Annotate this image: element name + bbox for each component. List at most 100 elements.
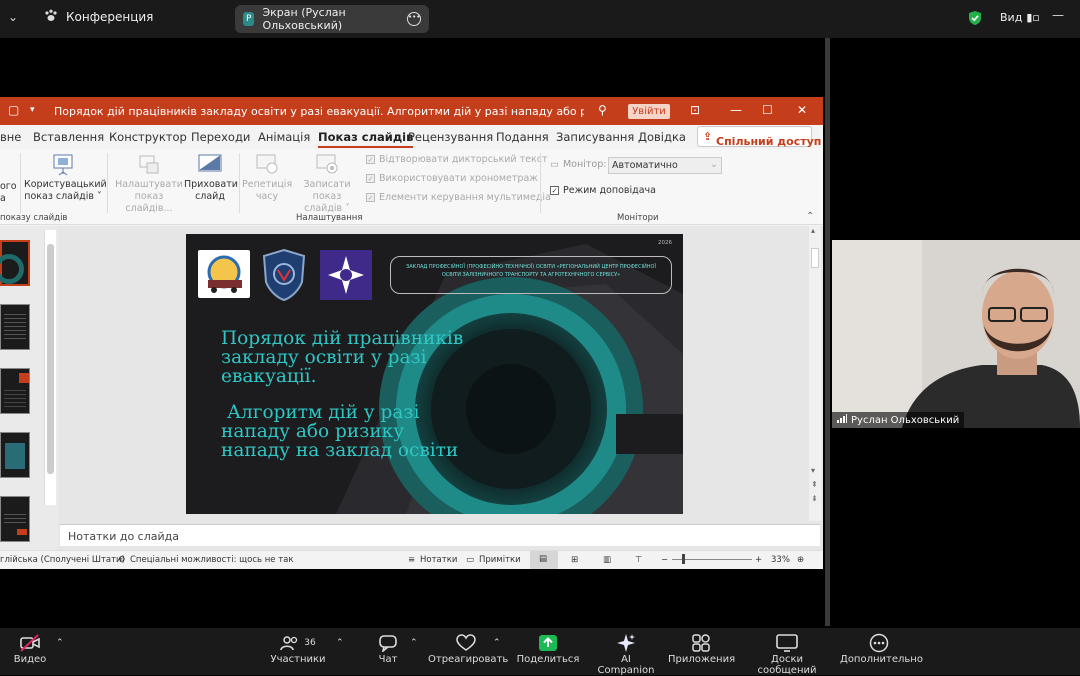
panel-divider[interactable]: [825, 38, 830, 626]
thumbnail-text-lines: [4, 387, 26, 407]
from-current-slide-button[interactable]: ого а: [0, 181, 18, 205]
slideshow-view-icon[interactable]: ⊤: [635, 555, 642, 565]
share-screen-icon: [516, 632, 580, 654]
custom-show-button[interactable]: Користувацький показ слайдів ˅: [24, 153, 107, 203]
presenter-view-checkbox[interactable]: ✓ Режим доповідача: [550, 185, 656, 196]
zoom-in-icon[interactable]: +: [755, 555, 762, 565]
slide-thumbnail-5[interactable]: [0, 496, 30, 542]
whiteboards-button[interactable]: Доски сообщений: [742, 632, 832, 676]
participants-options-caret[interactable]: ⌃: [336, 638, 344, 648]
shield-check-icon[interactable]: [968, 10, 982, 30]
conference-menu[interactable]: Конференция: [44, 9, 153, 25]
slide-sorter-icon[interactable]: ⊞: [571, 555, 578, 565]
scrollbar-thumb[interactable]: [47, 244, 54, 474]
tab-recording[interactable]: Записування: [556, 130, 634, 144]
window-minimize-icon[interactable]: —: [730, 103, 742, 117]
scroll-down-icon[interactable]: ▾: [811, 466, 815, 475]
share-screen-button[interactable]: Поделиться: [516, 632, 580, 665]
video-options-caret[interactable]: ⌃: [56, 638, 64, 648]
use-timings-checkbox[interactable]: ✓ Використовувати хронометраж: [366, 173, 538, 184]
accessibility-icon[interactable]: ⚙: [118, 555, 126, 565]
setup-slide-show-button[interactable]: Налаштувати показ слайдів...: [113, 153, 185, 215]
presenter-view-label: Режим доповідача: [563, 185, 656, 196]
ppt-document-title: Порядок дій працівників закладу освіти у…: [54, 105, 584, 118]
quick-access-dropdown-icon[interactable]: ▾: [30, 105, 35, 115]
language-status[interactable]: глійська (Сполучені Штати): [0, 555, 125, 565]
tab-animations[interactable]: Анімація: [258, 130, 310, 144]
tab-design[interactable]: Конструктор: [109, 130, 187, 144]
rehearse-timings-button[interactable]: Репетиція часу: [242, 153, 292, 203]
slide-thumbnail-3[interactable]: [0, 368, 30, 414]
checkbox-box: ✓: [550, 186, 559, 195]
more-icon[interactable]: •••: [407, 12, 421, 26]
record-slide-show-button[interactable]: Записати показ слайдів ˅: [290, 153, 364, 215]
window-close-icon[interactable]: ✕: [797, 103, 807, 117]
thumbnail-text-lines: [4, 511, 26, 525]
media-controls-checkbox[interactable]: ✓ Елементи керування мультимедіа: [366, 192, 551, 203]
react-label: Отреагировать: [428, 654, 509, 665]
monitor-select[interactable]: Автоматично ⌄: [608, 157, 722, 174]
zoom-out-icon[interactable]: −: [661, 555, 668, 565]
react-button[interactable]: Отреагировать: [428, 632, 509, 665]
share-button[interactable]: ⇪ Спільний доступ: [697, 126, 821, 148]
notes-pane[interactable]: Нотатки до слайда: [60, 524, 820, 546]
comments-toggle[interactable]: Примітки: [479, 555, 521, 565]
slide-canvas[interactable]: 2026 ЗАКЛАД ПРОФЕСІЙНОЇ (ПРОФЕСІЙНО-ТЕХН…: [186, 234, 683, 514]
sparkle-icon: [592, 632, 660, 654]
chat-button[interactable]: Чат: [370, 632, 406, 665]
save-icon[interactable]: ▢: [8, 103, 19, 117]
slide-vertical-scrollbar[interactable]: ▴ ▾ ⇞ ⇟: [809, 226, 821, 521]
accessibility-status[interactable]: Спеціальні можливості: щось не так: [130, 555, 294, 565]
play-narrations-checkbox[interactable]: ✓ Відтворювати дикторський текст: [366, 154, 548, 165]
hide-slide-button[interactable]: Приховати слайд: [184, 153, 238, 203]
tab-home[interactable]: вне: [0, 130, 21, 144]
tab-transitions[interactable]: Переходи: [191, 130, 250, 144]
ribbon-separator: [540, 153, 541, 213]
slide-thumbnail-4[interactable]: [0, 432, 30, 478]
scroll-up-icon[interactable]: ▴: [811, 226, 815, 235]
screen-share-pill[interactable]: P Экран (Руслан Ольховський) •••: [235, 5, 429, 33]
search-icon[interactable]: ⚲: [598, 103, 607, 117]
chevron-down-icon[interactable]: ⌄: [8, 10, 18, 24]
collapse-ribbon-icon[interactable]: ⌃: [806, 211, 814, 222]
chat-options-caret[interactable]: ⌃: [410, 638, 418, 648]
window-maximize-icon[interactable]: ☐: [762, 103, 773, 117]
rehearse-icon: [242, 153, 292, 179]
scrollbar-thumb[interactable]: [811, 248, 819, 268]
tab-slide-show[interactable]: Показ слайдів: [318, 130, 414, 148]
notes-toggle[interactable]: Нотатки: [420, 555, 457, 565]
video-button[interactable]: Видео: [10, 632, 50, 665]
view-menu[interactable]: Вид ▮▫: [1000, 11, 1040, 24]
share-icon: ⇪: [703, 130, 713, 143]
more-button[interactable]: Дополнительно: [840, 632, 923, 665]
participants-button[interactable]: 36 Участники: [268, 632, 328, 665]
fit-to-window-icon[interactable]: ⊕: [797, 555, 804, 565]
chat-icon: [370, 632, 406, 654]
tab-help[interactable]: Довідка: [638, 130, 686, 144]
custom-show-icon: [24, 153, 102, 179]
thumbnails-scrollbar[interactable]: [44, 230, 56, 505]
ai-companion-button[interactable]: AI Companion: [592, 632, 660, 676]
tab-view[interactable]: Подання: [496, 130, 549, 144]
participant-video[interactable]: [832, 240, 1080, 428]
tab-review[interactable]: Рецензування: [408, 130, 493, 144]
zoom-slider-thumb[interactable]: [682, 554, 685, 564]
next-slide-icon[interactable]: ⇟: [811, 494, 818, 503]
minimize-icon[interactable]: —: [1052, 8, 1064, 22]
slide-thumbnail-1[interactable]: [0, 240, 30, 286]
sign-in-button[interactable]: Увійти: [628, 104, 670, 119]
powerpoint-icon: P: [243, 12, 255, 26]
apps-button[interactable]: Приложения: [668, 632, 735, 665]
reading-view-icon[interactable]: ▥: [603, 555, 611, 565]
react-options-caret[interactable]: ⌃: [493, 638, 501, 648]
chat-label: Чат: [378, 654, 398, 665]
more-icon: [840, 632, 918, 654]
rehearse-label-2: часу: [255, 191, 279, 202]
ribbon-separator: [239, 153, 240, 213]
zoom-level[interactable]: 33%: [771, 555, 790, 565]
tab-insert[interactable]: Вставлення: [33, 130, 104, 144]
hide-slide-label-2: слайд: [195, 191, 225, 202]
slide-thumbnail-2[interactable]: [0, 304, 30, 350]
ribbon-display-icon[interactable]: ⊡: [690, 103, 700, 117]
previous-slide-icon[interactable]: ⇞: [811, 480, 818, 489]
